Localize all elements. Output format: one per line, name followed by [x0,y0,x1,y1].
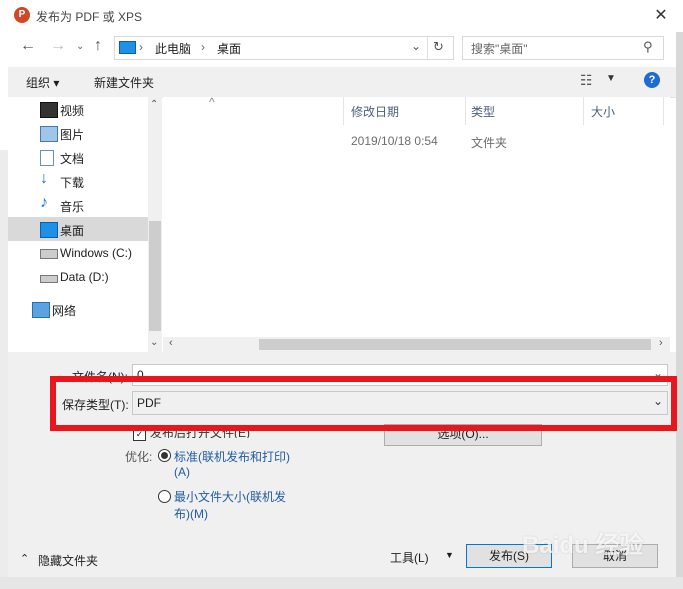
chevron-down-icon[interactable]: ⌄ [411,39,421,53]
file-list: ^ 修改日期 类型 大小 2019/10/18 0:54 文件夹 [163,95,670,337]
horizontal-scrollbar[interactable]: ‹ › [163,337,670,352]
refresh-icon[interactable]: ↻ [433,39,444,55]
scroll-left-icon[interactable]: ‹ [169,337,173,349]
column-divider [465,97,466,125]
column-header-type[interactable]: 类型 [471,103,495,120]
radio-standard[interactable] [158,449,171,462]
drive-c-icon [40,249,58,259]
scrollbar-thumb[interactable] [149,221,161,331]
help-icon[interactable]: ? [644,72,660,88]
nav-item-label: 音乐 [60,200,85,214]
nav-item-downloads[interactable]: ↓ 下载 [8,169,148,193]
chevron-down-icon[interactable]: ▼ [445,550,454,560]
breadcrumb-this-pc[interactable]: 此电脑 [155,40,191,57]
network-icon [32,302,50,318]
view-options-icon[interactable]: ☷ [580,72,593,89]
breadcrumb-desktop[interactable]: 桌面 [217,40,241,57]
download-icon: ↓ [40,170,48,187]
new-folder-button[interactable]: 新建文件夹 [94,74,154,91]
scroll-right-icon[interactable]: › [659,337,663,349]
nav-item-music[interactable]: ♪ 音乐 [8,193,148,217]
nav-item-label: 视频 [60,104,85,118]
column-header-date[interactable]: 修改日期 [351,103,399,120]
desktop-icon [40,222,58,238]
nav-item-label: 下载 [60,176,85,190]
scroll-down-icon[interactable]: ⌄ [150,337,158,348]
search-box[interactable]: 搜索"桌面" ⚲ [462,36,664,60]
picture-icon [40,126,58,142]
window-title: 发布为 PDF 或 XPS [36,10,143,24]
nav-item-label: 网络 [52,304,77,318]
hide-folders-toggle[interactable]: 隐藏文件夹 [38,552,98,569]
nav-pane-scrollbar[interactable]: ⌃ ⌄ [148,97,162,352]
search-icon[interactable]: ⚲ [643,39,653,55]
nav-item-drive-d[interactable]: Data (D:) [8,265,148,289]
column-divider [663,97,664,125]
powerpoint-icon: P [14,7,30,23]
nav-item-drive-c[interactable]: Windows (C:) [8,241,148,265]
chevron-right-icon: › [201,40,205,54]
radio-minimum[interactable] [158,490,171,503]
up-arrow-icon[interactable]: ↑ [94,37,102,55]
radio-dot [161,452,168,459]
organize-menu[interactable]: 组织 ▾ [26,74,59,91]
opt-min-label-2[interactable]: 布)(M) [174,505,208,522]
background-app-left [0,150,8,589]
navigation-pane: 视频 图片 文档 ↓ 下载 ♪ 音乐 桌面 Windows (C:) Data … [8,97,148,352]
back-arrow-icon[interactable]: ← [20,37,36,55]
forward-arrow-icon[interactable]: → [50,37,66,55]
watermark: Baidu 经验 [522,532,644,559]
background-app-right [676,0,683,589]
file-type: 文件夹 [471,136,508,150]
chevron-right-icon: › [139,40,143,54]
column-header-size[interactable]: 大小 [591,103,615,120]
background-app-bottom [0,577,683,589]
opt-standard-label-2[interactable]: (A) [174,465,190,479]
nav-item-label: Windows (C:) [60,246,133,260]
sort-indicator-icon: ^ [209,95,215,109]
column-divider [343,97,344,125]
opt-standard-label[interactable]: 标准(联机发布和打印) [174,448,290,465]
column-divider [583,97,584,125]
music-icon: ♪ [40,194,48,211]
close-icon[interactable]: ✕ [652,5,670,25]
tools-menu[interactable]: 工具(L) [390,549,429,566]
drive-d-icon [40,275,58,283]
nav-item-label: 文档 [60,152,85,166]
file-modified-date: 2019/10/18 0:54 [351,134,438,148]
video-icon [40,102,58,118]
computer-icon [119,41,136,54]
search-input-placeholder[interactable]: 搜索"桌面" [471,40,528,57]
nav-item-desktop[interactable]: 桌面 [8,217,148,241]
nav-item-label: 桌面 [60,224,85,238]
nav-item-network[interactable]: 网络 [8,297,148,321]
nav-item-pictures[interactable]: 图片 [8,121,148,145]
title-bar: P 发布为 PDF 或 XPS ✕ [0,0,683,32]
table-row[interactable]: 2019/10/18 0:54 文件夹 [163,129,670,151]
optimize-label: 优化: [125,450,153,464]
address-bar[interactable]: › 此电脑 › 桌面 ⌄ ↻ [114,36,454,60]
nav-item-videos[interactable]: 视频 [8,97,148,121]
recent-dropdown-icon[interactable]: ⌄ [76,41,84,52]
document-icon [40,150,54,166]
toolbar: 组织 ▾ 新建文件夹 ☷ ▼ ? [8,67,676,98]
scroll-up-icon[interactable]: ⌃ [150,99,158,110]
highlight-box [50,376,677,431]
scrollbar-thumb[interactable] [259,339,651,350]
opt-min-label[interactable]: 最小文件大小(联机发 [174,488,286,505]
divider [427,37,428,59]
chevron-down-icon[interactable]: ▼ [606,73,616,84]
nav-item-label: Data (D:) [60,270,109,284]
nav-item-label: 图片 [60,128,85,142]
chevron-up-icon[interactable]: ⌃ [20,552,29,565]
nav-item-documents[interactable]: 文档 [8,145,148,169]
